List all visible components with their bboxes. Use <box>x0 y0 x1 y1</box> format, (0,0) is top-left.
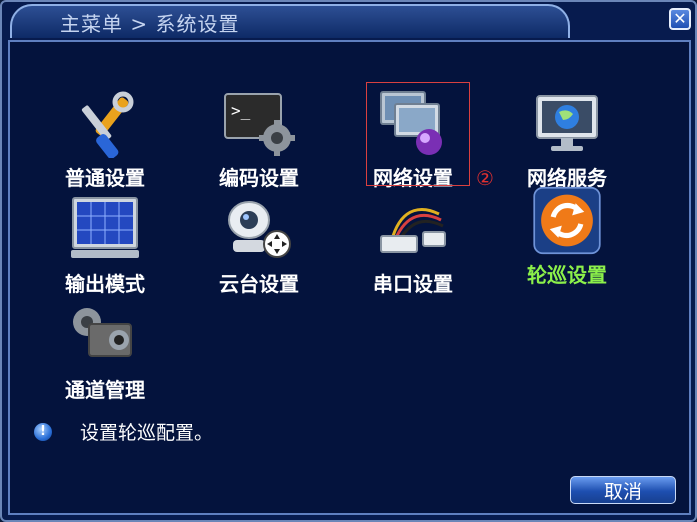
menu-item-serial[interactable]: 串口设置 <box>354 190 472 298</box>
menu-item-label: 云台设置 <box>219 272 299 296</box>
grid-monitor-icon <box>71 197 139 258</box>
menu-item-ptz[interactable]: 云台设置 <box>200 190 318 298</box>
title-bar: 主菜单 > 系统设置 ✕ <box>2 2 697 40</box>
info-icon: ! <box>34 422 52 441</box>
menu-item-network-service[interactable]: 网络服务 <box>508 84 626 192</box>
menu-item-encode[interactable]: >_ 编码设置 <box>200 84 318 192</box>
menu-item-label: 通道管理 <box>65 378 145 402</box>
serial-cable-icon <box>380 207 446 253</box>
svg-text:>_: >_ <box>231 101 251 120</box>
menu-item-label: 轮巡设置 <box>527 263 607 287</box>
menu-item-label: 输出模式 <box>65 272 145 296</box>
menu-item-label: 编码设置 <box>219 166 299 190</box>
menu-item-output[interactable]: 输出模式 <box>46 190 164 298</box>
hint-text: 设置轮巡配置。 <box>80 422 214 444</box>
globe-monitor-icon <box>536 95 598 151</box>
terminal-gear-icon: >_ <box>224 93 295 156</box>
menu-item-label: 普通设置 <box>65 166 145 190</box>
camera-channel-icon <box>73 308 132 357</box>
hint-bar: ! 设置轮巡配置。 <box>34 418 213 445</box>
highlight-outline <box>366 82 470 186</box>
ptz-camera-icon <box>228 201 291 258</box>
cancel-button[interactable]: 取消 <box>570 476 676 504</box>
menu-item-tour[interactable]: 轮巡设置 <box>508 180 626 288</box>
close-icon: ✕ <box>673 9 687 28</box>
menu-item-general[interactable]: 普通设置 <box>46 84 164 192</box>
step-annotation: ② <box>476 166 494 190</box>
wrench-screwdriver-icon <box>81 91 134 158</box>
window-title: 主菜单 > 系统设置 <box>60 12 240 36</box>
menu-item-channel[interactable]: 通道管理 <box>46 296 164 404</box>
close-button[interactable]: ✕ <box>669 8 691 30</box>
menu-item-label: 串口设置 <box>373 272 453 296</box>
refresh-icon <box>533 186 601 255</box>
settings-window: 主菜单 > 系统设置 ✕ 普通设置 >_ 编码设置 网络设置 网络服务 输出模式… <box>0 0 697 522</box>
menu-panel: 普通设置 >_ 编码设置 网络设置 网络服务 输出模式 云台设置 串口设置 轮巡… <box>8 40 691 515</box>
